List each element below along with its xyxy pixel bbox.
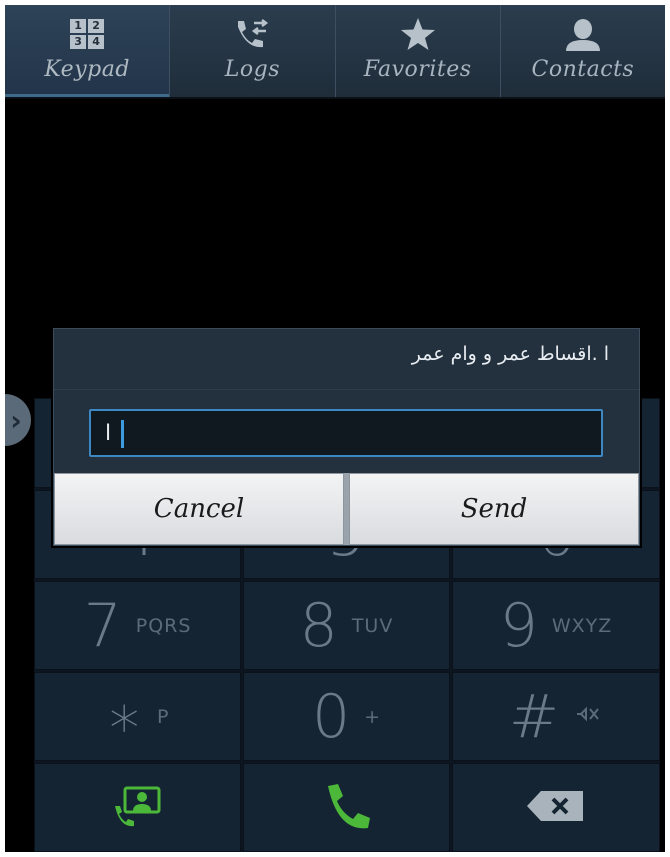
key-star[interactable]: ∗ P [34, 672, 241, 761]
tab-bar: 1 2 3 4 Keypad Logs Favorites Contacts [5, 5, 665, 99]
dialog-text-field[interactable] [89, 409, 603, 457]
dialog-input[interactable] [91, 411, 601, 455]
call-button[interactable] [243, 763, 450, 852]
backspace-icon [525, 789, 587, 827]
send-dialog: ا .اقساط عمر و وام عمر Cancel Send [53, 328, 640, 546]
chevron-right-icon: › [10, 403, 22, 437]
backspace-button[interactable] [452, 763, 660, 852]
cancel-button[interactable]: Cancel [54, 473, 344, 545]
dialog-divider [54, 389, 639, 390]
mute-icon [573, 705, 603, 728]
key-digit: 0 [311, 681, 351, 752]
key-digit: 7 [83, 590, 122, 661]
send-button[interactable]: Send [349, 473, 639, 545]
keypad-icon-digit: 3 [70, 35, 87, 49]
keypad-icon-digit: 1 [70, 19, 87, 33]
text-cursor [121, 420, 124, 448]
dialog-title: ا .اقساط عمر و وام عمر [411, 343, 609, 365]
key-digit: 8 [299, 590, 338, 661]
tab-keypad[interactable]: 1 2 3 4 Keypad [5, 5, 171, 97]
side-panel-handle[interactable]: › [5, 394, 31, 446]
key-letters: WXYZ [551, 614, 613, 637]
tab-logs-label: Logs [224, 57, 280, 82]
tab-contacts-label: Contacts [531, 57, 635, 82]
key-hash[interactable]: # [452, 672, 660, 761]
keypad-icon: 1 2 3 4 [70, 17, 105, 51]
key-digit: # [508, 681, 560, 752]
video-call-icon [111, 784, 165, 832]
key-digit: 9 [499, 590, 538, 661]
keypad-icon-digit: 2 [88, 19, 105, 33]
tab-logs[interactable]: Logs [170, 5, 336, 97]
key-letters: + [364, 705, 382, 728]
tab-favorites[interactable]: Favorites [335, 5, 501, 97]
key-0[interactable]: 0 + [243, 672, 450, 761]
tab-favorites-label: Favorites [363, 57, 472, 82]
call-logs-icon [232, 17, 272, 51]
dialog-button-bar: Cancel Send [54, 473, 639, 545]
star-icon [400, 17, 436, 51]
key-7[interactable]: 7 PQRS [34, 581, 241, 670]
person-icon [563, 17, 603, 51]
tab-keypad-label: Keypad [44, 57, 130, 82]
tab-contacts[interactable]: Contacts [500, 5, 665, 97]
phone-call-icon [322, 780, 372, 836]
key-digit: ∗ [105, 681, 144, 752]
key-letters: TUV [351, 614, 394, 637]
key-9[interactable]: 9 WXYZ [452, 581, 660, 670]
keypad-icon-digit: 4 [88, 35, 105, 49]
phone-screen: 1 2 3 4 Keypad Logs Favorites Contacts 7… [5, 5, 665, 852]
key-letters: P [157, 705, 170, 728]
video-call-button[interactable] [34, 763, 241, 852]
key-letters: PQRS [135, 614, 192, 637]
key-8[interactable]: 8 TUV [243, 581, 450, 670]
